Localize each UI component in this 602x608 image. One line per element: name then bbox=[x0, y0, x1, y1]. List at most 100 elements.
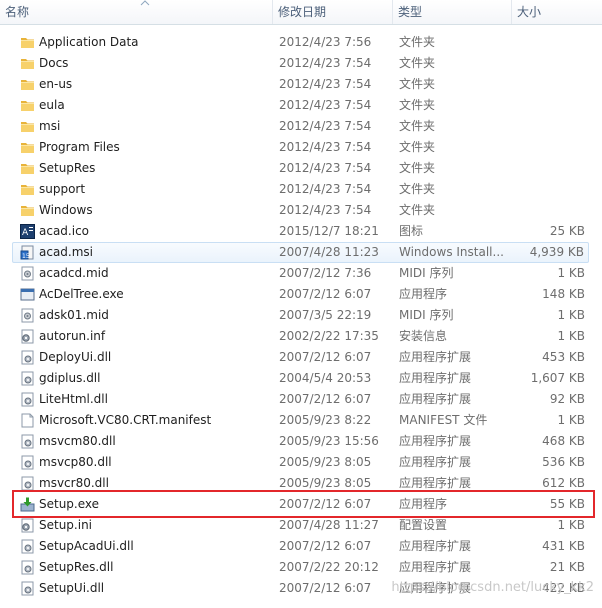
file-date: 2015/12/7 18:21 bbox=[279, 224, 379, 238]
file-row[interactable]: LiteHtml.dll 2007/2/12 6:07 应用程序扩展 92 KB bbox=[0, 389, 602, 410]
file-type: 文件夹 bbox=[399, 56, 436, 70]
file-name: acad.msi bbox=[39, 245, 94, 259]
file-name: Docs bbox=[39, 56, 69, 70]
file-row[interactable]: Windows 2012/4/23 7:54 文件夹 bbox=[0, 200, 602, 221]
file-type: MIDI 序列 bbox=[399, 308, 454, 322]
file-date: 2012/4/23 7:54 bbox=[279, 77, 372, 91]
file-date: 2012/4/23 7:54 bbox=[279, 182, 372, 196]
file-row[interactable]: 15 acad.msi 2007/4/28 11:23 Windows Install… bbox=[12, 242, 589, 263]
file-type: 应用程序扩展 bbox=[399, 392, 472, 406]
file-type: 配置设置 bbox=[399, 518, 448, 532]
file-date: 2007/2/22 20:12 bbox=[279, 560, 379, 574]
file-name: autorun.inf bbox=[39, 329, 106, 343]
folder-icon bbox=[20, 203, 35, 218]
file-type: 应用程序扩展 bbox=[399, 434, 472, 448]
file-row[interactable]: msvcm80.dll 2005/9/23 15:56 应用程序扩展 468 KB bbox=[0, 431, 602, 452]
file-row[interactable]: DeployUi.dll 2007/2/12 6:07 应用程序扩展 453 KB bbox=[0, 347, 602, 368]
file-name: Windows bbox=[39, 203, 93, 217]
file-row[interactable]: msvcp80.dll 2005/9/23 8:05 应用程序扩展 536 KB bbox=[0, 452, 602, 473]
file-row[interactable]: SetupRes 2012/4/23 7:54 文件夹 bbox=[0, 158, 602, 179]
file-name: SetupRes.dll bbox=[39, 560, 114, 574]
file-size: 468 KB bbox=[542, 434, 585, 448]
file-date: 2012/4/23 7:54 bbox=[279, 140, 372, 154]
dll-icon bbox=[20, 434, 35, 449]
dll-icon bbox=[20, 371, 35, 386]
file-type: 应用程序扩展 bbox=[399, 350, 472, 364]
file-date: 2007/4/28 11:23 bbox=[279, 245, 379, 259]
autocad-ico-icon: A bbox=[20, 224, 35, 239]
file-type: 应用程序扩展 bbox=[399, 539, 472, 553]
file-row[interactable]: Program Files 2012/4/23 7:54 文件夹 bbox=[0, 137, 602, 158]
file-type: 文件夹 bbox=[399, 182, 436, 196]
file-size: 92 KB bbox=[549, 392, 585, 406]
file-name: SetupUi.dll bbox=[39, 581, 105, 595]
file-row[interactable]: autorun.inf 2002/2/22 17:35 安装信息 1 KB bbox=[0, 326, 602, 347]
folder-icon bbox=[20, 77, 35, 92]
column-header-date[interactable]: 修改日期 bbox=[273, 0, 392, 24]
file-type: MANIFEST 文件 bbox=[399, 413, 488, 427]
dll-icon bbox=[20, 539, 35, 554]
file-row[interactable]: Application Data 2012/4/23 7:56 文件夹 bbox=[0, 32, 602, 53]
file-name: SetupRes bbox=[39, 161, 96, 175]
file-row[interactable]: Microsoft.VC80.CRT.manifest 2005/9/23 8:2… bbox=[0, 410, 602, 431]
file-row[interactable]: eula 2012/4/23 7:54 文件夹 bbox=[0, 95, 602, 116]
file-row[interactable]: msi 2012/4/23 7:54 文件夹 bbox=[0, 116, 602, 137]
folder-icon bbox=[20, 98, 35, 113]
file-row[interactable]: en-us 2012/4/23 7:54 文件夹 bbox=[0, 74, 602, 95]
file-row[interactable]: acadcd.mid 2007/2/12 7:36 MIDI 序列 1 KB bbox=[0, 263, 602, 284]
folder-icon bbox=[20, 56, 35, 71]
column-header-name-label: 名称 bbox=[5, 5, 30, 19]
folder-icon bbox=[20, 161, 35, 176]
file-size: 21 KB bbox=[549, 560, 585, 574]
file-date: 2007/2/12 6:07 bbox=[279, 350, 372, 364]
file-date: 2012/4/23 7:56 bbox=[279, 35, 372, 49]
file-row[interactable]: SetupAcadUi.dll 2007/2/12 6:07 应用程序扩展 431 K… bbox=[0, 536, 602, 557]
sort-up-icon bbox=[140, 0, 150, 6]
column-header-size-label: 大小 bbox=[517, 5, 542, 19]
file-date: 2002/2/22 17:35 bbox=[279, 329, 379, 343]
dll-icon bbox=[20, 350, 35, 365]
file-type: 文件夹 bbox=[399, 98, 436, 112]
file-date: 2004/5/4 20:53 bbox=[279, 371, 372, 385]
settings-file-icon bbox=[20, 329, 35, 344]
file-size: 1 KB bbox=[557, 413, 585, 427]
file-size: 453 KB bbox=[542, 350, 585, 364]
column-header-size[interactable]: 大小 bbox=[512, 0, 602, 24]
column-header-name[interactable]: 名称 bbox=[0, 0, 272, 24]
file-type: 文件夹 bbox=[399, 161, 436, 175]
file-date: 2005/9/23 8:22 bbox=[279, 413, 372, 427]
file-row[interactable]: Aacad.ico 2015/12/7 18:21 图标 25 KB bbox=[0, 221, 602, 242]
file-date: 2005/9/23 15:56 bbox=[279, 434, 379, 448]
file-row[interactable]: adsk01.mid 2007/3/5 22:19 MIDI 序列 1 KB bbox=[0, 305, 602, 326]
file-name: SetupAcadUi.dll bbox=[39, 539, 134, 553]
file-date: 2012/4/23 7:54 bbox=[279, 203, 372, 217]
file-type: MIDI 序列 bbox=[399, 266, 454, 280]
file-date: 2007/2/12 6:07 bbox=[279, 392, 372, 406]
file-row[interactable]: Docs 2012/4/23 7:54 文件夹 bbox=[0, 53, 602, 74]
folder-icon bbox=[20, 140, 35, 155]
file-row[interactable]: AcDelTree.exe 2007/2/12 6:07 应用程序 148 KB bbox=[0, 284, 602, 305]
folder-icon bbox=[20, 182, 35, 197]
file-name: acadcd.mid bbox=[39, 266, 109, 280]
file-type: 应用程序扩展 bbox=[399, 455, 472, 469]
file-row[interactable]: Setup.ini 2007/4/28 11:27 配置设置 1 KB bbox=[0, 515, 602, 536]
dll-icon bbox=[20, 581, 35, 596]
svg-text:A: A bbox=[22, 228, 29, 238]
file-type: 应用程序扩展 bbox=[399, 371, 472, 385]
column-header-bar: 名称 修改日期 类型 大小 bbox=[0, 0, 602, 25]
file-size: 4,939 KB bbox=[529, 245, 584, 259]
file-name: msi bbox=[39, 119, 61, 133]
file-type: 文件夹 bbox=[399, 35, 436, 49]
file-row[interactable]: SetupRes.dll 2007/2/22 20:12 应用程序扩展 21 KB bbox=[0, 557, 602, 578]
dll-icon bbox=[20, 392, 35, 407]
highlight-box bbox=[12, 490, 595, 518]
file-date: 2007/2/12 6:07 bbox=[279, 581, 372, 595]
file-name: LiteHtml.dll bbox=[39, 392, 108, 406]
file-size: 1 KB bbox=[557, 266, 585, 280]
file-date: 2005/9/23 8:05 bbox=[279, 455, 372, 469]
file-row[interactable]: gdiplus.dll 2004/5/4 20:53 应用程序扩展 1,607 KB bbox=[0, 368, 602, 389]
file-date: 2007/4/28 11:27 bbox=[279, 518, 379, 532]
file-row[interactable]: support 2012/4/23 7:54 文件夹 bbox=[0, 179, 602, 200]
column-header-type[interactable]: 类型 bbox=[393, 0, 511, 24]
file-size: 431 KB bbox=[542, 539, 585, 553]
